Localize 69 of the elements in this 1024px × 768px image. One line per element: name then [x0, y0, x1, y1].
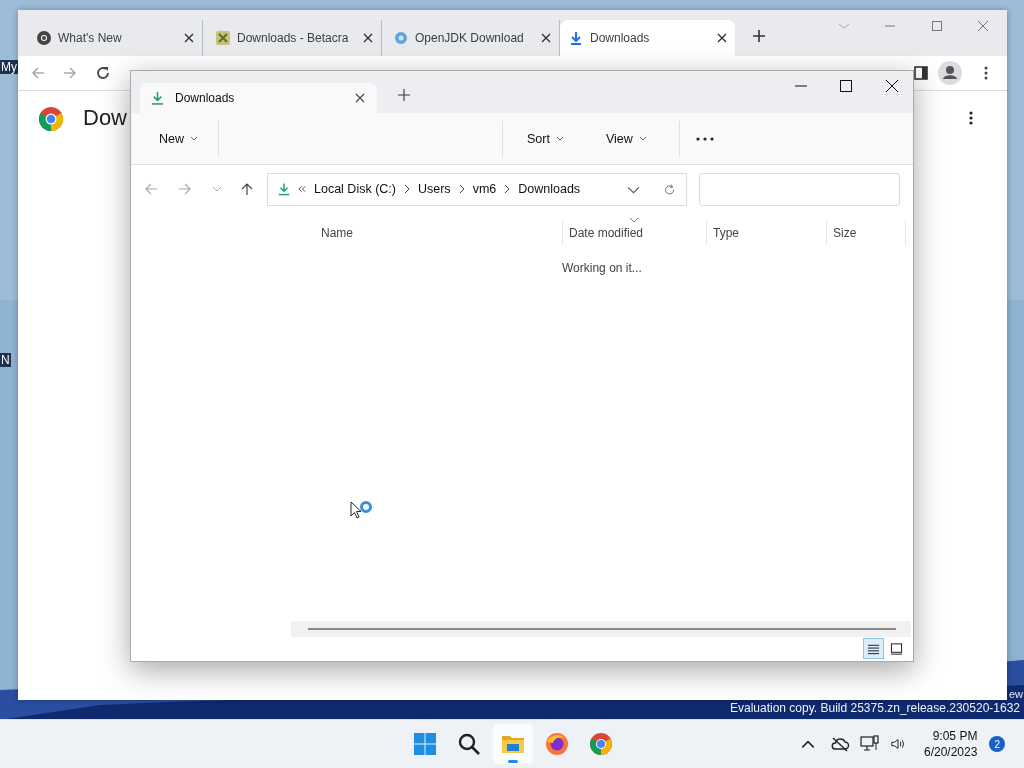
- caret-icon: [638, 136, 647, 141]
- globe-icon: [393, 30, 409, 46]
- explorer-tab[interactable]: Downloads: [140, 83, 377, 113]
- new-tab-icon[interactable]: [398, 89, 410, 101]
- date-text: 6/20/2023: [924, 744, 978, 761]
- search-field[interactable]: [699, 172, 900, 206]
- toolbar-button[interactable]: Sort: [517, 125, 574, 152]
- profile-icon[interactable]: [938, 61, 962, 85]
- clock[interactable]: 9:05 PM 6/20/2023: [924, 728, 978, 761]
- download-icon: [568, 30, 584, 46]
- close-icon[interactable]: [717, 33, 727, 43]
- browser-tab[interactable]: Downloads - Betacra: [207, 20, 382, 56]
- volume-icon[interactable]: [890, 737, 906, 752]
- list-icon: [867, 642, 880, 655]
- refresh-icon[interactable]: [663, 182, 676, 196]
- caret-icon: [555, 136, 564, 141]
- up-icon[interactable]: [239, 181, 255, 197]
- watermark-text: Evaluation copy. Build 25375.zn_release.230520-1632: [730, 701, 1020, 715]
- game-icon: [215, 30, 231, 46]
- page-title: Dow: [83, 105, 127, 131]
- breadcrumb-item[interactable]: vm6: [472, 182, 497, 196]
- sort-caret-icon: [629, 217, 639, 223]
- reload-icon[interactable]: [95, 65, 111, 81]
- column-header[interactable]: Name: [131, 221, 562, 245]
- chevron-right-icon[interactable]: [504, 184, 511, 194]
- breadcrumb-item[interactable]: Local Disk (C:): [314, 182, 396, 196]
- address-bar[interactable]: Local Disk (C:) Users vm6 Downloads: [267, 172, 687, 206]
- new-tab-icon[interactable]: [752, 29, 766, 43]
- close-icon[interactable]: [363, 33, 373, 43]
- details-view-button[interactable]: [863, 638, 884, 659]
- download-icon: [277, 181, 291, 197]
- desktop-icon-label[interactable]: My: [0, 60, 18, 74]
- overflow-chevron-icon[interactable]: [298, 185, 307, 193]
- search-icon: [457, 732, 481, 757]
- chevron-right-icon[interactable]: [403, 184, 410, 194]
- browser-tab[interactable]: Downloads: [560, 20, 735, 56]
- watermark-text: ew: [1008, 688, 1023, 700]
- explorer-taskbar-button[interactable]: [493, 724, 533, 765]
- toolbar-button[interactable]: View: [595, 125, 657, 152]
- close-icon[interactable]: [886, 80, 898, 92]
- notification-badge[interactable]: 2: [989, 736, 1006, 753]
- more-options-icon[interactable]: [695, 136, 714, 141]
- chrome-icon: [36, 30, 52, 46]
- toolbar-button[interactable]: New: [149, 125, 208, 152]
- column-header[interactable]: Type: [706, 221, 826, 245]
- maximize-icon[interactable]: [840, 80, 852, 92]
- cloud-off-icon[interactable]: [830, 735, 850, 754]
- download-icon: [150, 90, 165, 106]
- caret-icon: [190, 136, 198, 141]
- chevron-right-icon[interactable]: [458, 184, 465, 194]
- network-icon[interactable]: [860, 735, 880, 754]
- breadcrumb-item[interactable]: Downloads: [518, 182, 581, 196]
- close-icon[interactable]: [355, 93, 365, 103]
- side-panel-icon[interactable]: [913, 65, 929, 81]
- windows-logo-icon: [413, 732, 437, 757]
- chrome-logo-icon: [39, 107, 63, 131]
- close-icon[interactable]: [184, 33, 194, 43]
- close-icon[interactable]: [541, 33, 551, 43]
- time-text: 9:05 PM: [932, 728, 978, 745]
- column-header[interactable]: Date modified: [562, 221, 706, 245]
- firefox-icon: [545, 732, 569, 757]
- desktop-icon-label[interactable]: N: [0, 353, 11, 367]
- browser-tab[interactable]: What's New: [28, 20, 203, 56]
- tiles-icon: [890, 642, 903, 655]
- breadcrumb-item[interactable]: Users: [417, 182, 451, 196]
- horizontal-scrollbar[interactable]: [291, 621, 911, 637]
- column-header[interactable]: Size: [826, 221, 906, 245]
- status-message: Working on it...: [562, 261, 642, 275]
- chrome-icon: [589, 732, 613, 757]
